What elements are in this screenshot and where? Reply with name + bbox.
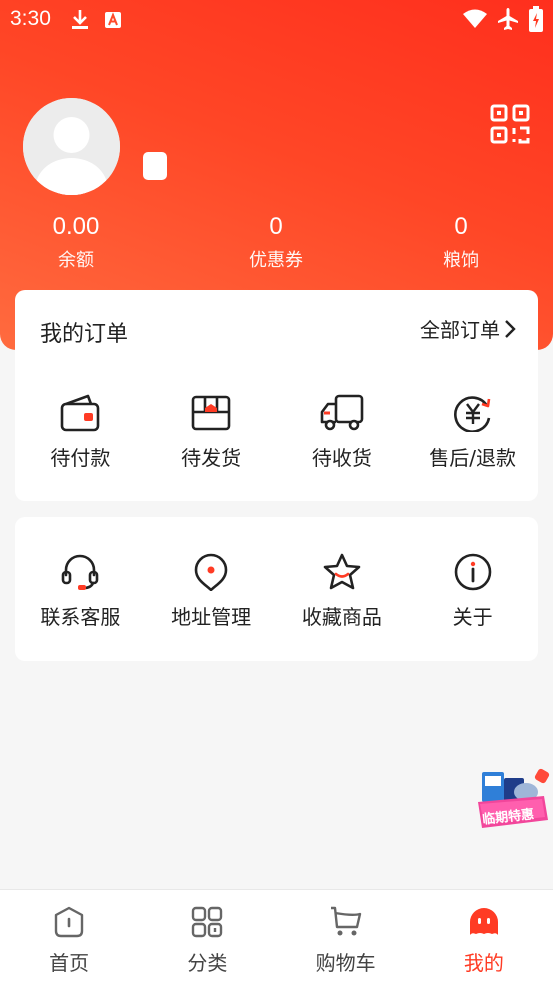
qr-code-button[interactable] (489, 103, 531, 145)
battery-charging-icon (529, 6, 543, 37)
star-icon (323, 553, 361, 590)
stat-value: 0.00 (52, 213, 100, 240)
headset-icon (62, 554, 99, 590)
service-item-label: 收藏商品 (301, 605, 382, 629)
my-orders-card: 我的订单 全部订单 待付款 待发货 待收货 售后/退款 (15, 290, 538, 501)
stat-rations[interactable]: 0 粮饷 (391, 212, 531, 272)
bottom-tab-bar: 首页 分类 购物车 我的 (0, 889, 553, 983)
stat-label: 余额 (58, 250, 94, 271)
chevron-right-icon (505, 319, 516, 338)
tab-label: 分类 (187, 951, 228, 975)
package-box-icon (191, 395, 231, 431)
service-contact-support[interactable]: 联系客服 (15, 553, 146, 630)
download-icon (70, 8, 90, 35)
services-card: 联系客服 地址管理 收藏商品 关于 (15, 517, 538, 661)
airplane-icon (496, 7, 520, 36)
wifi-icon (462, 9, 488, 34)
tab-label: 购物车 (315, 951, 376, 975)
home-icon (54, 906, 84, 938)
order-pending-shipment[interactable]: 待发货 (146, 394, 277, 471)
stat-value: 0 (454, 213, 468, 240)
category-grid-icon (192, 906, 223, 938)
status-time: 3:30 (10, 7, 51, 30)
service-about[interactable]: 关于 (407, 553, 538, 630)
stat-coupons[interactable]: 0 优惠券 (206, 212, 346, 272)
ghost-profile-icon (469, 908, 498, 935)
info-icon (454, 553, 491, 591)
font-a-icon (104, 10, 122, 34)
stat-label: 优惠券 (249, 250, 303, 271)
wallet-icon (61, 394, 100, 432)
order-item-label: 待发货 (181, 446, 242, 470)
expiring-deals-badge[interactable]: 临期特惠 (474, 768, 552, 846)
order-after-sales-refund[interactable]: 售后/退款 (407, 394, 538, 471)
tab-cart[interactable]: 购物车 (277, 890, 415, 983)
order-pending-payment[interactable]: 待付款 (15, 394, 146, 471)
service-item-label: 地址管理 (171, 605, 252, 629)
order-item-label: 待付款 (50, 446, 111, 470)
orders-title: 我的订单 (40, 322, 129, 347)
avatar-placeholder-icon (23, 98, 120, 195)
tab-home[interactable]: 首页 (0, 890, 138, 983)
qr-code-icon (490, 104, 530, 144)
stat-balance[interactable]: 0.00 余额 (6, 212, 146, 272)
tab-label: 我的 (463, 951, 504, 975)
order-item-label: 售后/退款 (429, 446, 516, 470)
refund-yuan-icon (453, 396, 490, 432)
tab-mine[interactable]: 我的 (415, 890, 553, 983)
tab-label: 首页 (49, 951, 90, 975)
stat-value: 0 (269, 213, 283, 240)
cart-icon (330, 906, 361, 936)
stat-label: 粮饷 (443, 250, 479, 271)
tab-category[interactable]: 分类 (138, 890, 276, 983)
order-item-label: 待收货 (311, 446, 372, 470)
all-orders-link[interactable]: 全部订单 (420, 314, 516, 343)
delivery-truck-icon (320, 394, 364, 431)
order-pending-receipt[interactable]: 待收货 (277, 394, 408, 471)
all-orders-label: 全部订单 (420, 318, 500, 342)
service-item-label: 联系客服 (40, 605, 121, 629)
service-address-management[interactable]: 地址管理 (146, 553, 277, 630)
location-pin-icon (194, 553, 228, 591)
avatar[interactable] (23, 98, 120, 195)
status-bar: 3:30 (0, 0, 553, 40)
username-placeholder[interactable] (143, 152, 167, 180)
service-favorites[interactable]: 收藏商品 (277, 553, 408, 630)
service-item-label: 关于 (452, 605, 493, 629)
